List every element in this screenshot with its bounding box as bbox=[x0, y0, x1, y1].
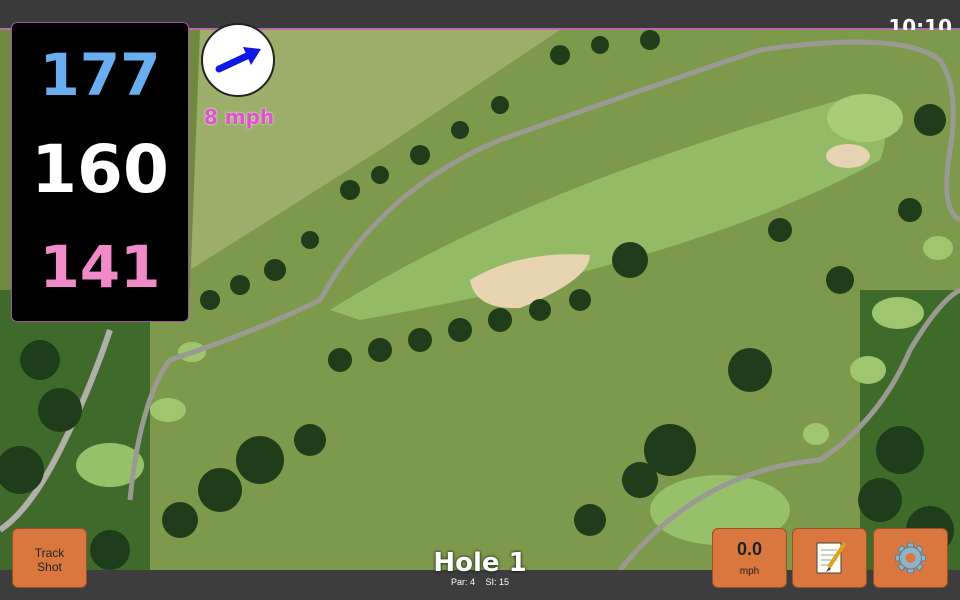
speed-button[interactable]: 0.0 mph bbox=[712, 528, 787, 588]
track-shot-label-line2: Shot bbox=[37, 560, 62, 574]
speed-value: 0.0 bbox=[736, 539, 763, 559]
hole-stroke-index: SI: 15 bbox=[485, 577, 510, 587]
wind-speed: 8 mph bbox=[203, 105, 275, 129]
wind-indicator bbox=[201, 23, 275, 97]
track-shot-label-line1: Track bbox=[34, 546, 65, 560]
track-shot-button[interactable]: Track Shot bbox=[12, 528, 87, 588]
bunker bbox=[826, 144, 870, 168]
hole-meta: Par: 4 SI: 15 bbox=[380, 577, 580, 587]
hole-title: Hole 1 bbox=[433, 548, 527, 578]
front-distance: 141 bbox=[39, 233, 161, 301]
back-distance: 177 bbox=[39, 41, 161, 109]
wind-direction-arrow-icon bbox=[215, 47, 261, 73]
settings-button[interactable] bbox=[873, 528, 948, 588]
notepad-icon bbox=[816, 541, 847, 574]
middle-distance: 160 bbox=[31, 131, 169, 208]
speed-unit: mph bbox=[739, 566, 760, 577]
green-1 bbox=[827, 94, 903, 142]
gear-icon bbox=[895, 542, 926, 574]
distance-panel: 177 160 141 bbox=[11, 22, 189, 322]
notes-button[interactable] bbox=[792, 528, 867, 588]
hole-par: Par: 4 bbox=[450, 577, 475, 587]
